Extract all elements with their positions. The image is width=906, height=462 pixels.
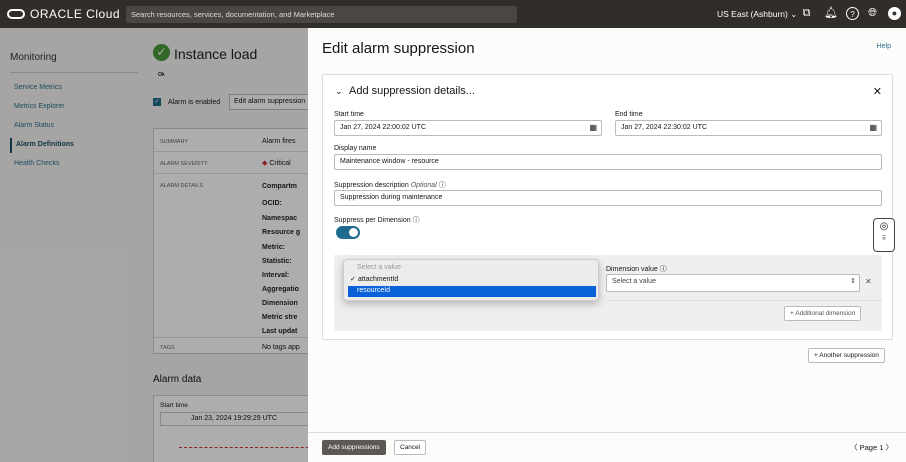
updown-chevron-icon: ⇕ bbox=[850, 278, 856, 285]
additional-dimension-button[interactable]: + Additional dimension bbox=[784, 306, 862, 321]
card-title: Add suppression details... bbox=[349, 85, 475, 97]
calendar-icon[interactable]: ▦ bbox=[869, 123, 877, 132]
end-time-input[interactable]: Jan 27, 2024 22:30:02 UTC ▦ bbox=[615, 120, 882, 136]
suppress-label-text: Suppress per Dimension bbox=[334, 217, 411, 224]
dimension-value-label: Dimension value ⓘ bbox=[606, 264, 667, 274]
suppress-per-dimension-toggle[interactable] bbox=[336, 226, 360, 239]
suppression-card: ⌄ Add suppression details... ✕ Start tim… bbox=[322, 74, 893, 340]
another-suppression-button[interactable]: + Another suppression bbox=[808, 348, 885, 363]
dimension-name-dropdown[interactable]: Select a value ✓ attachmentId resourceId bbox=[343, 259, 599, 301]
oracle-logo[interactable]: ORACLE Cloud bbox=[7, 7, 120, 21]
help-link[interactable]: Help bbox=[877, 43, 891, 50]
help-lifering-icon[interactable]: ◎ ⠿ bbox=[873, 218, 895, 252]
top-bar: ORACLE Cloud Search resources, services,… bbox=[0, 0, 906, 28]
next-page-icon[interactable]: 〉 bbox=[885, 443, 893, 452]
region-selector[interactable]: US East (Ashburn) ⌄ bbox=[717, 9, 797, 20]
remove-dimension-icon[interactable]: ✕ bbox=[865, 277, 872, 286]
optional-text: Optional bbox=[410, 182, 437, 189]
add-suppressions-button[interactable]: Add suppressions bbox=[322, 440, 386, 455]
suppress-dimension-label: Suppress per Dimension ⓘ bbox=[334, 215, 420, 225]
modal-overlay[interactable] bbox=[0, 28, 308, 462]
chevron-down-icon[interactable]: ⌄ bbox=[335, 86, 343, 97]
code-editor-icon[interactable]: ⧉ bbox=[800, 7, 813, 20]
start-time-input[interactable]: Jan 27, 2024 22:00:02 UTC ▦ bbox=[334, 120, 602, 136]
drawer-footer: Add suppressions Cancel 〈 Page 1 〉 bbox=[308, 432, 906, 462]
info-icon[interactable]: ⓘ bbox=[439, 182, 446, 189]
dimension-value-select[interactable]: Select a value ⇕ bbox=[606, 274, 860, 292]
cancel-button[interactable]: Cancel bbox=[394, 440, 427, 455]
info-icon[interactable]: ⓘ bbox=[413, 217, 420, 224]
display-name-input[interactable]: Maintenance window - resource bbox=[334, 154, 882, 170]
user-avatar-icon[interactable]: ● bbox=[888, 7, 901, 20]
end-time-label: End time bbox=[615, 111, 643, 118]
region-label: US East (Ashburn) bbox=[717, 9, 788, 19]
option-label: attachmentId bbox=[357, 276, 399, 283]
pagination: 〈 Page 1 〉 bbox=[850, 442, 893, 453]
end-time-value: Jan 27, 2024 22:30:02 UTC bbox=[621, 124, 708, 131]
page-label: Page 1 bbox=[859, 443, 884, 452]
dropdown-option-attachmentid[interactable]: ✓ attachmentId bbox=[348, 274, 596, 285]
dimension-value-placeholder: Select a value bbox=[612, 278, 656, 285]
start-time-label: Start time bbox=[334, 111, 364, 118]
description-label-text: Suppression description bbox=[334, 182, 409, 189]
brand-text: ORACLE Cloud bbox=[30, 7, 121, 21]
search-input[interactable]: Search resources, services, documentatio… bbox=[126, 6, 517, 23]
bell-icon[interactable]: 🔔︎ bbox=[824, 7, 838, 20]
edit-suppression-drawer: Edit alarm suppression Help ⌄ Add suppre… bbox=[308, 28, 906, 462]
description-label: Suppression description Optional ⓘ bbox=[334, 180, 446, 190]
dropdown-option-resourceid[interactable]: resourceId bbox=[348, 286, 596, 297]
display-name-label: Display name bbox=[334, 145, 377, 152]
dimension-value-label-text: Dimension value bbox=[606, 266, 658, 273]
globe-icon[interactable]: 🌐︎ bbox=[866, 7, 879, 20]
help-icon[interactable]: ? bbox=[846, 7, 859, 20]
info-icon[interactable]: ⓘ bbox=[660, 266, 667, 273]
prev-page-icon[interactable]: 〈 bbox=[850, 443, 858, 452]
description-input[interactable]: Suppression during maintenance bbox=[334, 190, 882, 206]
calendar-icon[interactable]: ▦ bbox=[589, 123, 597, 132]
dropdown-placeholder: Select a value bbox=[357, 264, 401, 271]
drawer-title: Edit alarm suppression bbox=[322, 40, 475, 57]
start-time-value: Jan 27, 2024 22:00:02 UTC bbox=[340, 124, 427, 131]
close-icon[interactable]: ✕ bbox=[873, 85, 882, 98]
